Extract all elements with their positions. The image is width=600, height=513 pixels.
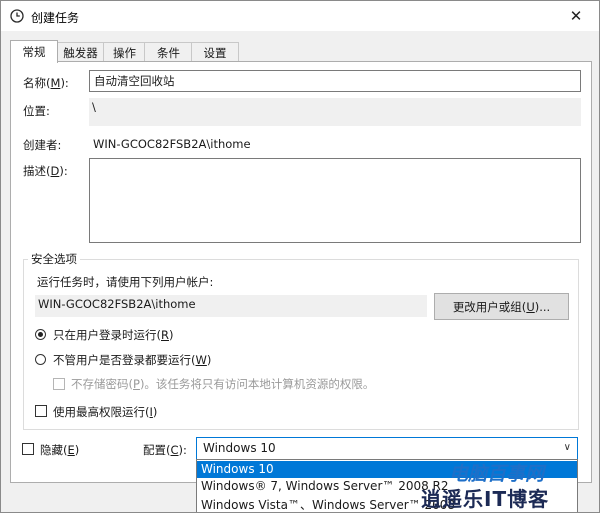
watermark-line2: 逍遥乐IT博客	[421, 487, 550, 511]
highest-privileges-label[interactable]: 使用最高权限运行(I)	[53, 404, 157, 420]
tab-actions[interactable]: 操作	[103, 42, 146, 62]
security-options-title: 安全选项	[28, 251, 80, 267]
tab-settings[interactable]: 设置	[191, 42, 239, 62]
watermark-line1: 电脑百事网	[449, 463, 545, 485]
description-label: 描述(D):	[23, 164, 68, 178]
run-only-logged-on-label[interactable]: 只在用户登录时运行(R)	[53, 327, 174, 343]
title-bar: 创建任务 ✕	[1, 1, 599, 31]
close-button[interactable]: ✕	[553, 1, 599, 31]
window-title: 创建任务	[31, 11, 80, 25]
no-store-password-checkbox[interactable]	[53, 378, 65, 390]
location-value: \	[89, 98, 581, 126]
description-textarea[interactable]	[89, 158, 581, 243]
close-icon: ✕	[569, 7, 583, 25]
tab-conditions[interactable]: 条件	[144, 42, 193, 62]
hidden-checkbox[interactable]	[22, 443, 34, 455]
author-label: 创建者:	[23, 138, 62, 152]
hidden-label[interactable]: 隐藏(E)	[40, 442, 79, 458]
tab-strip: 常规 触发器 操作 条件 设置	[10, 40, 590, 63]
location-label: 位置:	[23, 104, 50, 118]
no-store-password-label: 不存储密码(P)。该任务将只有访问本地计算机资源的权限。	[71, 377, 375, 391]
highest-privileges-checkbox[interactable]	[35, 405, 47, 417]
chevron-down-icon: ∨	[563, 442, 571, 453]
name-label: 名称(M):	[23, 76, 69, 90]
tab-general[interactable]: 常规	[10, 40, 58, 63]
run-whether-logged-on-label[interactable]: 不管用户是否登录都要运行(W)	[53, 352, 211, 368]
config-label: 配置(C):	[143, 443, 187, 457]
run-whether-logged-on-radio[interactable]	[35, 354, 46, 365]
general-panel: 名称(M): 自动清空回收站 位置: \ 创建者: WIN-GCOC82FSB2…	[10, 61, 592, 483]
tab-triggers[interactable]: 触发器	[56, 42, 105, 62]
create-task-dialog: 创建任务 ✕ 常规 触发器 操作 条件 设置 名称(M): 自动清空回收站 位置…	[0, 0, 600, 513]
name-input[interactable]: 自动清空回收站	[89, 70, 581, 92]
change-user-button[interactable]: 更改用户或组(U)...	[434, 293, 569, 320]
author-value: WIN-GCOC82FSB2A\ithome	[93, 137, 251, 151]
run-only-logged-on-radio[interactable]	[35, 329, 46, 340]
watermark: 电脑百事网 逍遥乐IT博客	[421, 456, 599, 512]
user-account-value: WIN-GCOC82FSB2A\ithome	[35, 295, 427, 317]
run-as-prompt: 运行任务时，请使用下列用户帐户:	[37, 275, 214, 289]
task-scheduler-clock-icon	[10, 9, 24, 23]
